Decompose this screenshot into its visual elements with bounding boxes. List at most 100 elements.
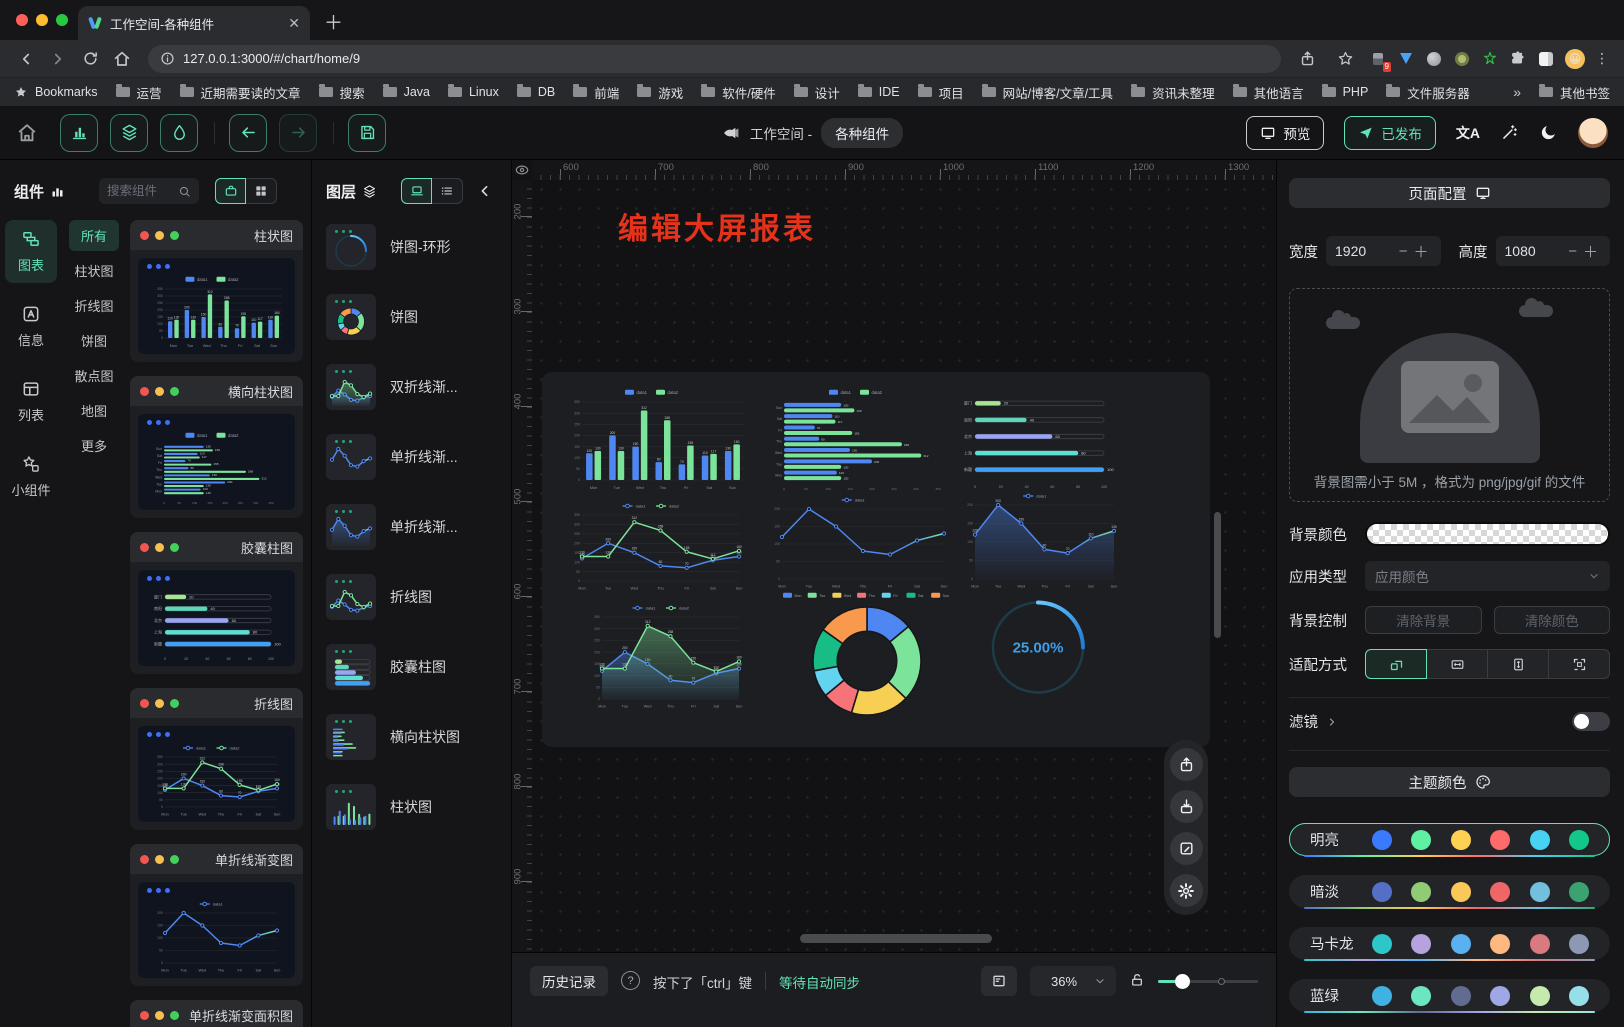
canvas-chart-line2[interactable]: 050100150200250300350data1data2120200150… (565, 500, 747, 592)
address-bar[interactable]: 127.0.0.1:3000/#/chart/home/9 (148, 45, 1281, 73)
category-item[interactable]: 所有 (69, 220, 119, 251)
theme-color-dot[interactable] (1451, 882, 1471, 902)
theme-color-dot[interactable] (1569, 830, 1589, 850)
filter-toggle[interactable] (1572, 712, 1610, 731)
zoom-select[interactable]: 36% (1030, 966, 1116, 996)
canvas-chart-donut[interactable]: MonTueWedThuFriSatSun (782, 590, 952, 718)
theme-color-dot[interactable] (1569, 934, 1589, 954)
bookmark-star-icon[interactable] (1331, 45, 1359, 73)
clear-background-button[interactable]: 清除背景 (1365, 606, 1482, 634)
theme-color-dot[interactable] (1411, 830, 1431, 850)
undo-button[interactable] (229, 114, 267, 152)
lock-icon[interactable] (1129, 972, 1145, 988)
close-window-icon[interactable] (16, 14, 28, 26)
thumbnail-view-toggle[interactable] (401, 178, 432, 204)
bookmark-folder[interactable]: 软件/硬件 (701, 83, 775, 102)
category-item[interactable]: 地图 (69, 395, 119, 426)
theme-color-dot[interactable] (1372, 830, 1392, 850)
category-item[interactable]: 散点图 (69, 360, 119, 391)
theme-color-dot[interactable] (1490, 882, 1510, 902)
plus-icon[interactable]: ＋ (1580, 241, 1601, 262)
reload-icon[interactable] (76, 45, 104, 73)
grid-view-toggle[interactable] (246, 178, 277, 204)
canvas-chart-ring[interactable]: 25.00% (988, 595, 1088, 700)
save-button[interactable] (348, 114, 386, 152)
bookmark-folder[interactable]: PHP (1322, 83, 1369, 102)
theme-color-dot[interactable] (1451, 986, 1471, 1006)
layer-item[interactable]: 双折线渐... (326, 364, 501, 410)
theme-color-dot[interactable] (1569, 882, 1589, 902)
theme-color-dot[interactable] (1490, 934, 1510, 954)
theme-row[interactable]: 蓝绿 (1289, 979, 1610, 1012)
extension-circle-icon[interactable] (1425, 50, 1443, 68)
theme-color-dot[interactable] (1451, 934, 1471, 954)
layer-item[interactable]: 胶囊柱图 (326, 644, 501, 690)
layer-item[interactable]: 饼图 (326, 294, 501, 340)
clear-color-button[interactable]: 清除颜色 (1494, 606, 1611, 634)
canvas-chart-hbar[interactable]: data1data2130160Sun110117Sat70155Fri8026… (768, 387, 952, 492)
theme-row[interactable]: 马卡龙 (1289, 927, 1610, 960)
settings-gear-icon[interactable] (1170, 874, 1203, 907)
bookmark-folder[interactable]: 网站/博客/文章/工具 (982, 83, 1113, 102)
bookmark-folder[interactable]: Java (383, 83, 430, 102)
minus-icon[interactable]: − (1565, 243, 1580, 260)
theme-color-dot[interactable] (1490, 830, 1510, 850)
canvas-chart-bar[interactable]: 050100150200250300350data1data2120130Mon… (565, 387, 747, 492)
canvas-chart-capsule[interactable]: 厦门20南阳40北京60上海80新疆100020406080100 (958, 390, 1118, 490)
fit-width-button[interactable] (1427, 649, 1488, 679)
component-card[interactable]: 横向柱状图data1data2130160Sun110117Sat70155Fr… (130, 376, 303, 518)
background-upload-dropzone[interactable]: 背景图需小于 5M ，格式为 png/jpg/gif 的文件 (1289, 288, 1610, 502)
bookmarks-root[interactable]: Bookmarks (14, 85, 98, 99)
help-icon[interactable]: ? (621, 971, 640, 990)
theme-color-dot[interactable] (1411, 934, 1431, 954)
theme-color-dot[interactable] (1530, 934, 1550, 954)
component-card[interactable]: 单折线渐变图050100150200data1MonTueWedThuFriSa… (130, 844, 303, 986)
fit-height-button[interactable] (1488, 649, 1549, 679)
bookmark-folder[interactable]: 设计 (794, 83, 840, 102)
layers-button[interactable] (110, 114, 148, 152)
layer-item[interactable]: 横向柱状图 (326, 714, 501, 760)
vertical-scrollbar[interactable] (1214, 512, 1221, 638)
layer-item[interactable]: 单折线渐... (326, 434, 501, 480)
magic-wand-icon[interactable] (1500, 123, 1519, 142)
export-button[interactable] (1170, 748, 1203, 781)
publish-button[interactable]: 已发布 (1344, 116, 1436, 150)
sidebar-item-widget[interactable]: 小组件 (5, 445, 57, 508)
bookmark-folder[interactable]: 游戏 (637, 83, 683, 102)
extension-ring-icon[interactable] (1453, 50, 1471, 68)
bookmark-folder[interactable]: 运营 (116, 83, 162, 102)
theme-color-dot[interactable] (1490, 986, 1510, 1006)
component-card[interactable]: 柱状图050100150200250300350data1data2120130… (130, 220, 303, 362)
theme-color-dot[interactable] (1530, 986, 1550, 1006)
download-button[interactable] (1170, 790, 1203, 823)
height-stepper[interactable]: 1080−＋ (1496, 236, 1611, 266)
theme-color-dot[interactable] (1411, 882, 1431, 902)
extension-kite-icon[interactable] (1397, 50, 1415, 68)
search-box[interactable] (99, 178, 199, 204)
bookmark-folder[interactable]: 搜索 (319, 83, 365, 102)
layer-item[interactable]: 单折线渐... (326, 504, 501, 550)
window-controls[interactable] (16, 14, 68, 26)
redo-button[interactable] (279, 114, 317, 152)
bookmark-folder[interactable]: 其他语言 (1233, 83, 1304, 102)
project-name[interactable]: 各种组件 (821, 118, 903, 148)
add-chart-button[interactable] (60, 114, 98, 152)
height-value[interactable]: 1080 (1505, 243, 1566, 259)
fit-scale-button[interactable] (1365, 649, 1427, 679)
browser-tab[interactable]: 工作空间-各种组件 ✕ (78, 6, 310, 40)
theme-color-dot[interactable] (1372, 882, 1392, 902)
sidebar-item-info[interactable]: 信息 (5, 295, 57, 358)
minus-icon[interactable]: − (1396, 243, 1411, 260)
app-home-icon[interactable] (16, 122, 38, 144)
category-item[interactable]: 更多 (69, 430, 119, 461)
width-stepper[interactable]: 1920−＋ (1326, 236, 1441, 266)
search-input[interactable] (107, 184, 174, 198)
dark-mode-moon-icon[interactable] (1539, 123, 1558, 142)
history-button[interactable]: 历史记录 (530, 966, 608, 996)
home-icon[interactable] (108, 45, 136, 73)
canvas-viewport[interactable]: 编辑大屏报表 050100150200250300350data1data212… (532, 180, 1276, 952)
url-text[interactable]: 127.0.0.1:3000/#/chart/home/9 (183, 51, 360, 66)
layer-item[interactable]: 柱状图 (326, 784, 501, 830)
sidebar-item-chart[interactable]: 图表 (5, 220, 57, 283)
minimap-button[interactable] (981, 966, 1017, 996)
